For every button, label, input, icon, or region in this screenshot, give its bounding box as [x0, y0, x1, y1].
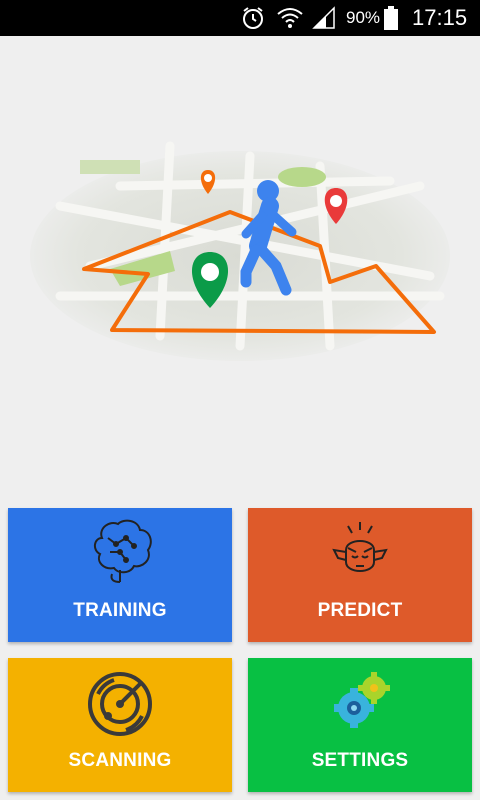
- predict-label: PREDICT: [317, 600, 403, 621]
- predict-button[interactable]: PREDICT: [248, 508, 472, 642]
- training-label: TRAINING: [73, 600, 167, 621]
- wifi-icon: [276, 0, 308, 36]
- park-shape: [80, 160, 140, 174]
- hero-illustration: [0, 36, 480, 496]
- scanning-button[interactable]: SCANNING: [8, 658, 232, 792]
- training-button[interactable]: TRAINING: [8, 508, 232, 642]
- battery-icon: [384, 0, 402, 36]
- status-bar: 90% 17:15: [0, 0, 480, 36]
- signal-icon: [312, 0, 340, 36]
- settings-label: SETTINGS: [311, 750, 409, 771]
- alarm-clock-icon: [240, 0, 270, 36]
- scanning-label: SCANNING: [68, 750, 172, 771]
- status-time: 17:15: [412, 5, 468, 30]
- settings-button[interactable]: SETTINGS: [248, 658, 472, 792]
- radar-icon: [8, 666, 232, 740]
- battery-percentage: 90%: [346, 8, 381, 27]
- brain-circuit-icon: [8, 516, 232, 586]
- thinking-head-icon: [248, 516, 472, 586]
- gears-icon: [248, 666, 472, 738]
- park-shape: [278, 167, 326, 187]
